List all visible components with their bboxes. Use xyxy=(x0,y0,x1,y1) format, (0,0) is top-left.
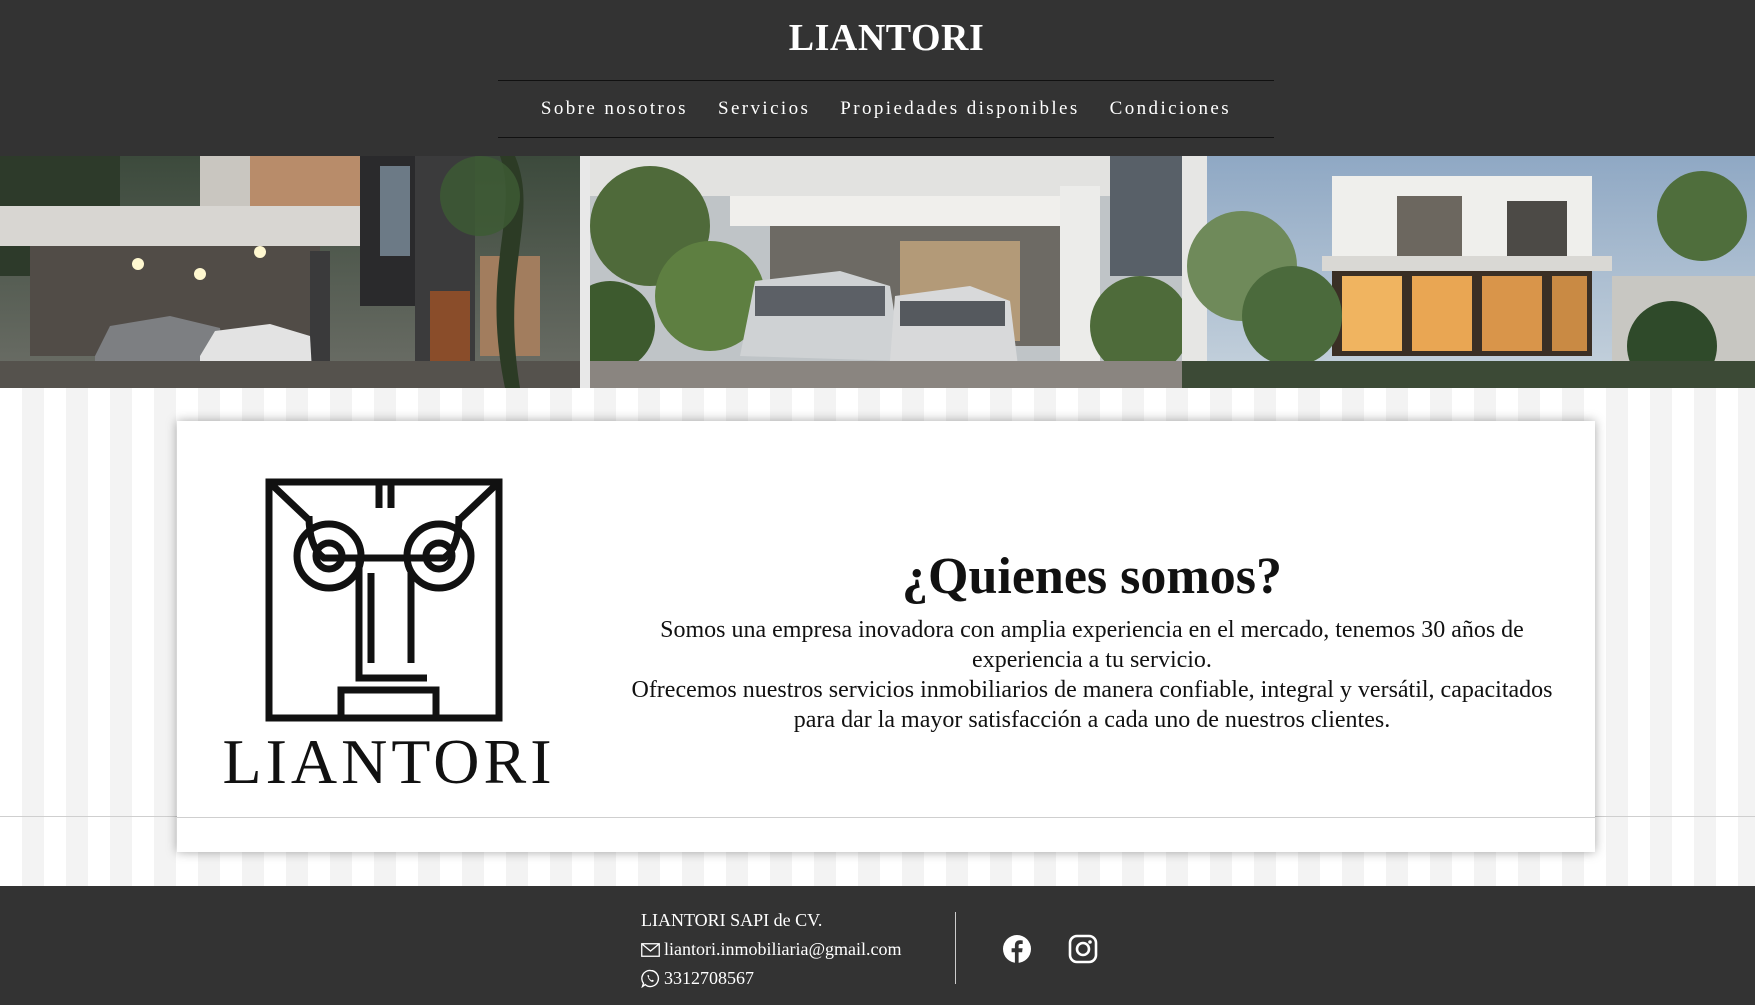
hero-image-3 xyxy=(1182,156,1755,388)
nav-item-propiedades[interactable]: Propiedades disponibles xyxy=(840,98,1079,120)
email-link[interactable]: liantori.inmobiliaria@gmail.com xyxy=(664,935,902,964)
nav-item-sobre-nosotros[interactable]: Sobre nosotros xyxy=(541,98,688,120)
logo-text: LIANTORI xyxy=(223,726,556,788)
facebook-icon[interactable] xyxy=(1002,934,1032,964)
hero-image-2 xyxy=(590,156,1182,388)
site-header: LIANTORI Sobre nosotros Servicios Propie… xyxy=(0,0,1755,156)
phone-number[interactable]: 3312708567 xyxy=(664,964,754,993)
liantori-logo: LIANTORI xyxy=(199,478,579,797)
footer-contact: LIANTORI SAPI de CV. liantori.inmobiliar… xyxy=(641,906,902,993)
instagram-icon[interactable] xyxy=(1068,934,1098,964)
whatsapp-icon xyxy=(641,969,660,988)
about-paragraph-2: Ofrecemos nuestros servicios inmobiliari… xyxy=(631,677,1553,733)
footer-divider xyxy=(955,912,956,984)
main-section: LIANTORI ¿Quienes somos? Somos una empre… xyxy=(0,388,1755,886)
hero-banner xyxy=(0,156,1755,388)
about-title: ¿Quienes somos? xyxy=(902,548,1282,605)
hero-image-1 xyxy=(0,156,590,388)
mail-icon xyxy=(641,942,660,957)
about-section: ¿Quienes somos? Somos una empresa inovad… xyxy=(617,547,1567,735)
nav-item-servicios[interactable]: Servicios xyxy=(718,98,810,120)
company-name: LIANTORI SAPI de CV. xyxy=(641,910,823,930)
about-card: LIANTORI ¿Quienes somos? Somos una empre… xyxy=(177,421,1595,852)
site-title[interactable]: LIANTORI xyxy=(0,16,1755,60)
site-footer: LIANTORI SAPI de CV. liantori.inmobiliar… xyxy=(0,886,1755,1005)
about-paragraph-1: Somos una empresa inovadora con amplia e… xyxy=(660,617,1524,673)
nav-item-condiciones[interactable]: Condiciones xyxy=(1110,98,1231,120)
main-nav: Sobre nosotros Servicios Propiedades dis… xyxy=(498,80,1274,138)
card-divider xyxy=(177,817,1595,818)
